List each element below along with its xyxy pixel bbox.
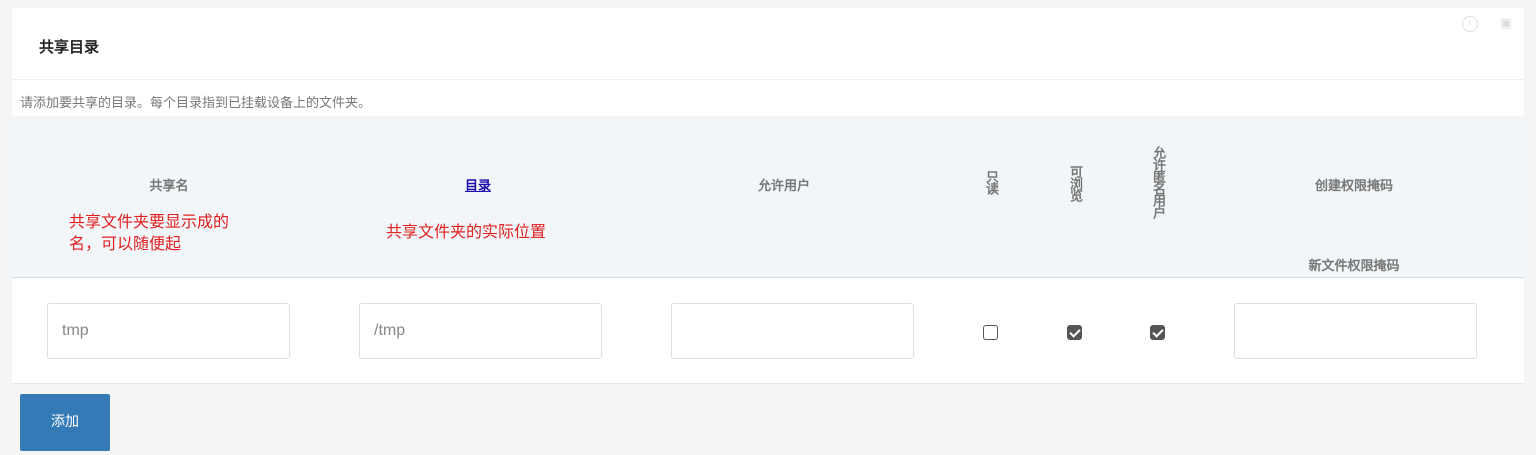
info-icon[interactable]: i xyxy=(1462,16,1478,32)
share-name-annotation-line2: 名，可以随便起 xyxy=(69,236,182,253)
add-button[interactable]: 添加 xyxy=(20,394,110,451)
column-allowed-users: 允许用户 xyxy=(757,179,810,194)
directory-input[interactable]: /tmp xyxy=(359,303,602,359)
column-create-mask: 创建权限掩码 xyxy=(1314,179,1393,194)
column-browseable: 可浏览 xyxy=(1067,165,1082,201)
panel-description: 请添加要共享的目录。每个目录指到已挂载设备上的文件夹。 xyxy=(20,96,372,111)
table-footer: 添加 xyxy=(12,384,1524,455)
create-mask-input[interactable] xyxy=(1234,303,1477,359)
read-only-checkbox[interactable] xyxy=(983,325,998,340)
table-header: 共享名 目录 允许用户 只读 可浏览 允许匿名用户 创建权限掩码 新文件权限掩码… xyxy=(12,116,1524,278)
column-dir-mask: 新文件权限掩码 xyxy=(1308,259,1400,274)
column-share-name: 共享名 xyxy=(149,179,189,194)
allowed-users-input[interactable] xyxy=(671,303,914,359)
collapse-icon[interactable]: ▣ xyxy=(1498,16,1514,32)
column-directory[interactable]: 目录 xyxy=(458,175,498,194)
column-allow-guest: 允许匿名用户 xyxy=(1150,146,1165,218)
share-directory-panel: 共享目录 i ▣ 请添加要共享的目录。每个目录指到已挂载设备上的文件夹。 共享名… xyxy=(12,8,1524,455)
table-row: tmp /tmp xyxy=(12,278,1524,384)
panel-title: 共享目录 xyxy=(39,38,100,56)
panel-header: 共享目录 i ▣ xyxy=(12,8,1524,80)
column-read-only: 只读 xyxy=(983,170,998,194)
directory-annotation: 共享文件夹的实际位置 xyxy=(386,224,547,241)
allow-guest-checkbox[interactable] xyxy=(1150,325,1165,340)
share-name-annotation: 共享文件夹要显示成的 名，可以随便起 xyxy=(69,212,229,256)
browseable-checkbox[interactable] xyxy=(1067,325,1082,340)
share-name-annotation-line1: 共享文件夹要显示成的 xyxy=(69,214,230,231)
share-name-input[interactable]: tmp xyxy=(47,303,290,359)
